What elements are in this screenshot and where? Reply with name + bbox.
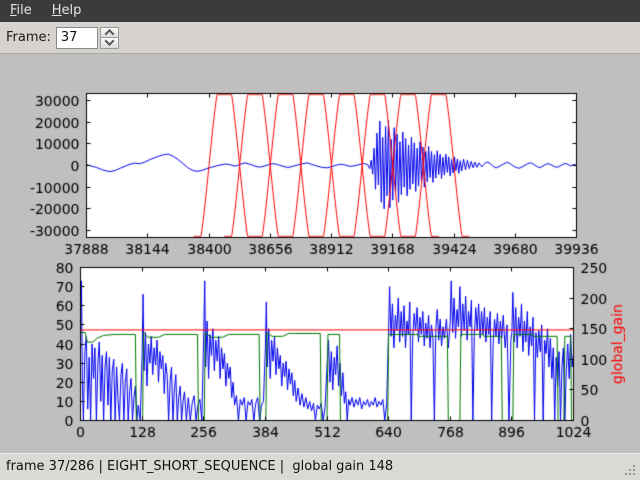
frame-spinbox[interactable] [55,26,119,49]
frame-input[interactable] [55,26,98,49]
plots-canvas [0,54,640,453]
status-text: frame 37/286 | EIGHT_SHORT_SEQUENCE | gl… [6,459,394,474]
figure-area [0,54,640,453]
menu-help-hotkey: H [51,3,62,18]
menu-file-label: ile [16,3,32,18]
resize-grip[interactable] [624,464,636,476]
frame-label: Frame: [6,30,51,45]
menu-bar: File Help [0,0,640,22]
spin-buttons [99,26,119,49]
chevron-down-icon [104,36,115,47]
toolbar: Frame: [0,22,640,54]
menu-help-label: elp [61,3,82,18]
menu-help[interactable]: Help [42,0,92,22]
menu-file[interactable]: File [0,0,42,22]
status-bar: frame 37/286 | EIGHT_SHORT_SEQUENCE | gl… [0,453,640,480]
spin-down-button[interactable] [99,36,119,49]
